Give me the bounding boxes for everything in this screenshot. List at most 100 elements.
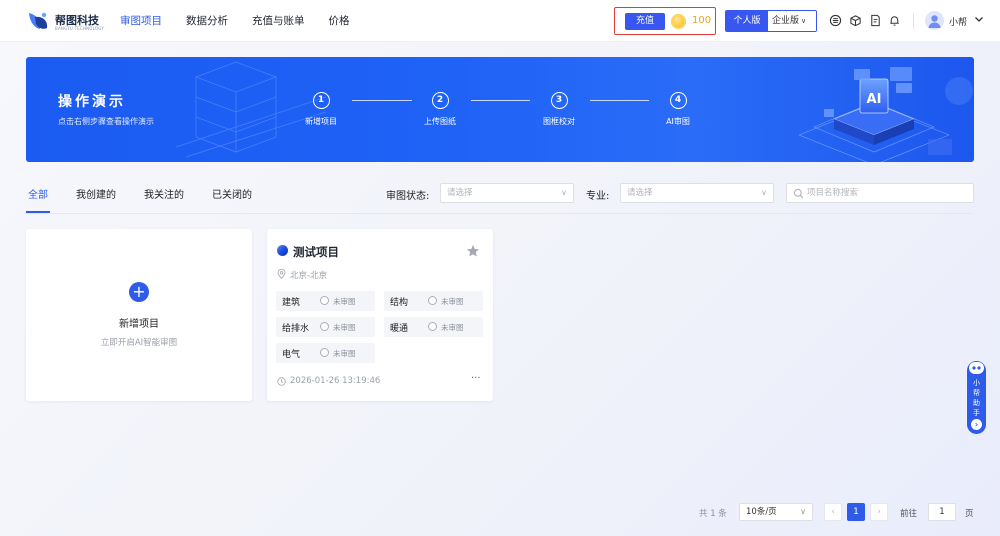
svg-text:AI: AI [867,92,882,107]
discipline-item[interactable]: 暖通 未审图 [384,317,483,337]
more-options-icon[interactable]: ··· [471,373,481,384]
coin-icon [671,14,686,29]
discipline-item[interactable]: 建筑 未审图 [276,291,375,311]
page-number-current[interactable]: 1 [847,503,865,521]
page-size-value: 10条/页 [746,507,777,517]
add-project-subtitle: 立即开启AI智能审图 [100,338,178,348]
goto-page-input[interactable] [928,503,956,521]
discipline-name: 暖通 [390,324,409,334]
project-tabs: 全部 我创建的 我关注的 已关闭的 [26,180,278,213]
clock-icon [277,377,286,386]
nav-recharge-billing[interactable]: 充值与账单 [252,0,305,42]
discipline-name: 建筑 [282,298,301,308]
edition-enterprise-label: 企业版 [772,16,800,26]
username[interactable]: 小帮 [949,15,967,28]
assistant-label: 小帮助手 [967,378,986,418]
edition-enterprise-dropdown[interactable]: 企业版 ∨ [768,11,816,31]
step-connector [471,100,530,101]
coin-balance: 100 [692,15,712,26]
step-ai-review[interactable]: 4 AI审图 [643,92,713,127]
star-icon[interactable] [466,244,480,258]
project-sphere-icon [277,245,288,256]
chevron-down-icon: ∨ [761,188,767,197]
add-project-title: 新增项目 [119,319,159,330]
chevron-down-icon[interactable] [974,14,984,24]
service-icon[interactable] [829,14,842,27]
search-input[interactable] [807,185,967,201]
status-radio-icon [320,296,329,305]
discipline-item[interactable]: 结构 未审图 [384,291,483,311]
tab-closed[interactable]: 已关闭的 [210,180,254,208]
tab-followed[interactable]: 我关注的 [142,180,186,208]
step-new-project[interactable]: 1 新增项目 [286,92,356,127]
pagination-total: 共 1 条 [699,509,727,519]
nav-review-projects[interactable]: 审图项目 [120,0,162,42]
recharge-button[interactable]: 充值 [625,13,665,30]
status-filter-label: 审图状态: [386,191,430,202]
edition-personal-button[interactable]: 个人版 [726,11,768,31]
discipline-item[interactable]: 电气 未审图 [276,343,375,363]
recharge-highlight-box: 充值 100 [614,7,716,35]
step-number: 3 [550,92,568,109]
edition-switch: 个人版 企业版 ∨ [725,10,817,32]
next-page-button[interactable]: › [870,503,888,521]
step-label: 上传图纸 [424,117,456,126]
step-label: 图框校对 [543,117,575,126]
step-number: 1 [312,92,330,109]
assistant-label-text: 小帮助手 [973,379,980,417]
step-label: 新增项目 [305,117,337,126]
major-filter-label: 专业: [586,191,610,202]
chevron-down-icon: ∨ [800,507,806,516]
avatar[interactable] [925,11,944,30]
tab-created-by-me[interactable]: 我创建的 [74,180,118,208]
add-project-card[interactable]: + 新增项目 立即开启AI智能审图 [26,229,252,401]
discipline-item[interactable]: 给排水 未审图 [276,317,375,337]
assistant-widget[interactable]: 小帮助手 › [967,361,986,434]
cube-icon[interactable] [849,14,862,27]
plus-icon: + [129,282,149,302]
project-title[interactable]: 测试项目 [293,244,339,260]
page-size-select[interactable]: 10条/页 ∨ [739,503,813,521]
search-icon [793,188,804,199]
major-select-placeholder: 请选择 [627,188,653,198]
demo-banner: 操作演示 点击右侧步骤查看操作演示 1 新增项目 2 上传图纸 3 图框校对 4… [26,57,974,162]
edit-doc-icon[interactable] [869,14,882,27]
brand-logo-icon [29,12,48,29]
location-pin-icon [277,269,286,279]
status-select[interactable]: 请选择 ∨ [440,183,574,203]
discipline-name: 电气 [282,350,301,360]
status-radio-icon [320,348,329,357]
top-header: 帮图科技 BANGTU TECHNOLOGY 审图项目 数据分析 充值与账单 价… [0,0,1000,42]
banner-subtitle: 点击右侧步骤查看操作演示 [58,117,154,126]
main-nav: 审图项目 数据分析 充值与账单 价格 [120,0,374,42]
robot-icon [969,362,984,374]
chevron-down-icon: ∨ [561,188,567,197]
prev-page-button[interactable]: ‹ [824,503,842,521]
nav-pricing[interactable]: 价格 [329,0,350,42]
chevron-right-icon: › [877,507,881,517]
step-connector [352,100,412,101]
page-suffix-label: 页 [965,509,974,519]
step-frame-check[interactable]: 3 图框校对 [524,92,594,127]
bell-icon[interactable] [888,14,901,27]
step-connector [590,100,649,101]
discipline-status: 未审图 [441,323,464,332]
discipline-status: 未审图 [333,297,356,306]
discipline-name: 给排水 [282,324,310,334]
discipline-name: 结构 [390,298,409,308]
project-location: 北京-北京 [290,271,328,281]
step-upload-drawings[interactable]: 2 上传图纸 [405,92,475,127]
step-label: AI审图 [666,117,690,126]
status-radio-icon [428,296,437,305]
project-search-box [786,183,974,203]
tab-all[interactable]: 全部 [26,180,50,213]
banner-title: 操作演示 [58,94,126,110]
project-card[interactable]: 测试项目 北京-北京 建筑 未审图 结构 未审图 给排水 未审图 暖通 未审图 … [267,229,493,401]
major-select[interactable]: 请选择 ∨ [620,183,774,203]
nav-data-analysis[interactable]: 数据分析 [186,0,228,42]
chevron-right-icon: › [971,419,982,430]
discipline-status: 未审图 [333,349,356,358]
chevron-left-icon: ‹ [831,507,835,517]
ai-chip-illustration: AI [798,67,973,162]
step-number: 2 [431,92,449,109]
